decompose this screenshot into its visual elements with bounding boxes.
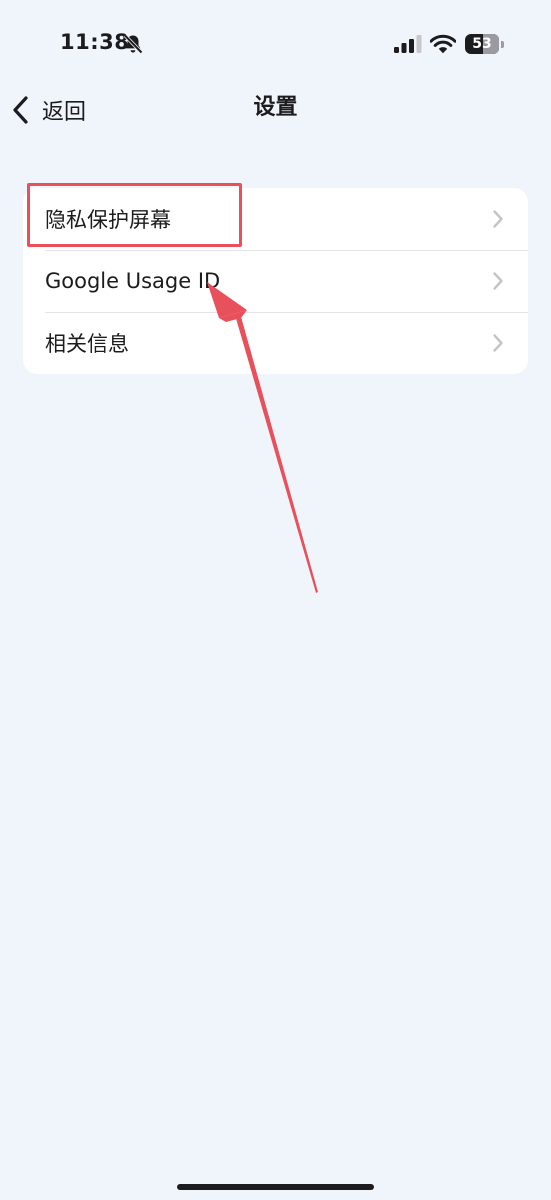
status-bar: 11:38 53 <box>0 0 551 88</box>
chevron-right-icon <box>493 272 503 290</box>
back-label: 返回 <box>42 100 87 125</box>
back-button[interactable]: 返回 <box>10 90 86 130</box>
settings-item-label: Google Usage ID <box>45 269 221 293</box>
settings-item-google-usage-id[interactable]: Google Usage ID <box>23 250 528 312</box>
chevron-right-icon <box>493 210 503 228</box>
settings-item-label: 相关信息 <box>45 332 129 356</box>
battery-level: 53 <box>472 36 492 52</box>
annotation-arrow <box>207 282 318 593</box>
battery-icon: 53 <box>465 34 505 54</box>
chevron-left-icon <box>13 96 28 124</box>
battery-cap <box>501 41 504 48</box>
navigation-bar: 返回 设置 <box>0 88 551 132</box>
battery-body: 53 <box>465 34 499 54</box>
wifi-icon <box>430 34 456 54</box>
cellular-signal-icon <box>394 35 422 53</box>
settings-item-privacy-screen[interactable]: 隐私保护屏幕 <box>23 188 528 250</box>
settings-item-related-info[interactable]: 相关信息 <box>23 312 528 374</box>
home-indicator <box>177 1184 374 1190</box>
bell-slash-icon <box>123 34 143 54</box>
chevron-right-icon <box>493 334 503 352</box>
status-time: 11:38 <box>60 30 130 54</box>
settings-list: 隐私保护屏幕 Google Usage ID 相关信息 <box>23 188 528 374</box>
settings-item-label: 隐私保护屏幕 <box>45 208 171 232</box>
